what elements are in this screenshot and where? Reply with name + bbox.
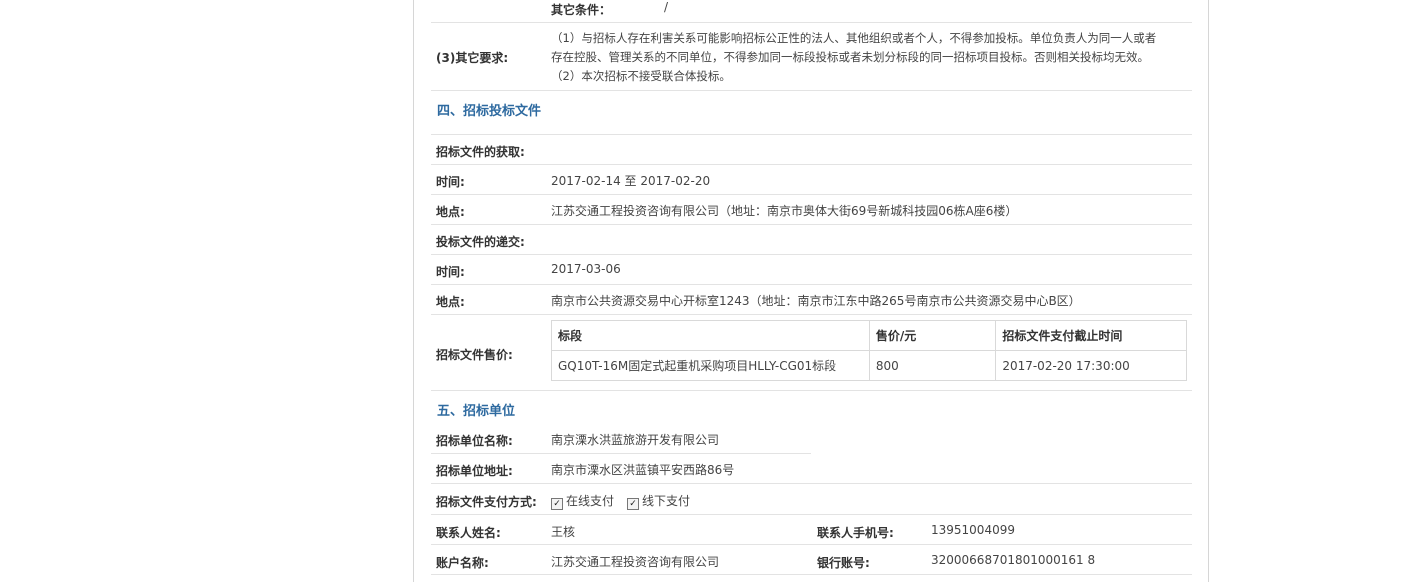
contact-phone-label: 联系人手机号: — [817, 526, 894, 540]
row-divider — [431, 0, 1192, 23]
payment-method-label: 招标文件支付方式: — [436, 495, 537, 509]
row-divider — [431, 90, 1192, 135]
row-divider — [431, 224, 1192, 255]
payment-online-option[interactable]: ✓ 在线支付 — [551, 492, 614, 510]
payment-offline-option[interactable]: ✓ 线下支付 — [627, 492, 690, 510]
doc-price-label: 招标文件售价: — [436, 348, 513, 362]
requirement-line: （1）与招标人存在利害关系可能影响招标公正性的法人、其他组织或者个人，不得参加投… — [551, 31, 1157, 45]
bank-account-value: 32000668701801000161 8 — [931, 553, 1096, 567]
section-title-tender-unit: 五、招标单位 — [437, 404, 516, 419]
row-divider — [431, 254, 1192, 285]
requirement-line: 存在控股、管理关系的不同单位，不得参加同一标段投标或者未划分标段的同一招标项目投… — [551, 50, 1149, 64]
price-table: 标段 售价/元 招标文件支付截止时间 GQ10T-16M固定式起重机采购项目HL… — [551, 320, 1187, 381]
row-divider — [431, 164, 1192, 195]
submit-place-label: 地点: — [436, 295, 465, 309]
cell-deadline: 2017-02-20 17:30:00 — [995, 350, 1187, 381]
other-conditions-value: / — [664, 0, 669, 14]
obtain-time-value: 2017-02-14 至 2017-02-20 — [551, 174, 711, 188]
row-divider — [431, 454, 1192, 484]
account-name-label: 账户名称: — [436, 556, 489, 570]
bank-account-label: 银行账号: — [817, 556, 870, 570]
obtain-place-value: 江苏交通工程投资咨询有限公司（地址：南京市奥体大街69号新城科技园06栋A座6楼… — [551, 204, 1018, 218]
obtain-place-label: 地点: — [436, 205, 465, 219]
unit-name-label: 招标单位名称: — [436, 434, 513, 448]
cell-lot: GQ10T-16M固定式起重机采购项目HLLY-CG01标段 — [551, 350, 870, 381]
header-price: 售价/元 — [868, 320, 997, 351]
payment-offline-label: 线下支付 — [642, 494, 691, 508]
section-title-bid-documents: 四、招标投标文件 — [437, 104, 542, 119]
other-requirements-text: （1）与招标人存在利害关系可能影响招标公正性的法人、其他组织或者个人，不得参加投… — [551, 29, 1187, 86]
contact-name-value: 王核 — [551, 525, 576, 539]
submit-place-value: 南京市公共资源交易中心开标室1243（地址：南京市江东中路265号南京市公共资源… — [551, 294, 1081, 308]
header-lot: 标段 — [551, 320, 870, 351]
row-divider — [431, 514, 1192, 545]
submit-time-value: 2017-03-06 — [551, 262, 621, 276]
unit-address-value: 南京市溧水区洪蓝镇平安西路86号 — [551, 463, 735, 477]
other-requirements-label: (3)其它要求: — [436, 51, 509, 65]
contact-name-label: 联系人姓名: — [436, 526, 501, 540]
doc-obtain-label: 招标文件的获取: — [436, 145, 525, 159]
unit-name-value: 南京溧水洪蓝旅游开发有限公司 — [551, 433, 720, 447]
submit-time-label: 时间: — [436, 265, 465, 279]
checkbox-offline[interactable]: ✓ — [627, 498, 639, 510]
requirement-line: （2）本次招标不接受联合体投标。 — [551, 69, 731, 83]
checkbox-online[interactable]: ✓ — [551, 498, 563, 510]
other-conditions-label: 其它条件： — [551, 3, 612, 17]
unit-address-label: 招标单位地址: — [436, 464, 513, 478]
cell-price: 800 — [868, 350, 997, 381]
payment-online-label: 在线支付 — [566, 494, 615, 508]
table-row: GQ10T-16M固定式起重机采购项目HLLY-CG01标段 800 2017-… — [551, 350, 1187, 381]
row-divider — [431, 484, 1192, 515]
doc-submit-label: 投标文件的递交: — [436, 235, 525, 249]
row-divider — [431, 134, 1192, 165]
account-name-value: 江苏交通工程投资咨询有限公司 — [551, 555, 720, 569]
header-deadline: 招标文件支付截止时间 — [995, 320, 1187, 351]
contact-phone-value: 13951004099 — [931, 523, 1015, 537]
price-table-header: 标段 售价/元 招标文件支付截止时间 — [551, 320, 1187, 351]
obtain-time-label: 时间: — [436, 175, 465, 189]
